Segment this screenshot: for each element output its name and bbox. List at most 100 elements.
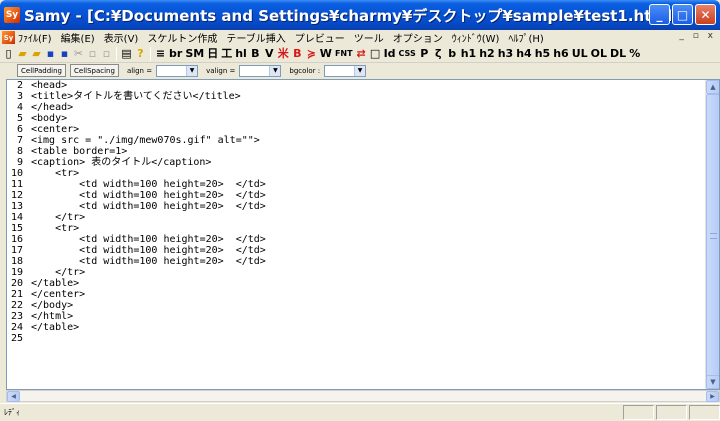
chevron-down-icon[interactable]: ▼ — [269, 65, 281, 76]
h1-tag-icon[interactable]: h1 — [460, 46, 478, 61]
menu-view[interactable]: 表示(V) — [104, 30, 139, 45]
table-tag-icon[interactable]: 日 — [206, 46, 219, 61]
small-tag-icon[interactable]: SM — [184, 46, 205, 61]
scroll-down-icon[interactable]: ▼ — [706, 375, 719, 389]
h5-tag-icon[interactable]: h5 — [534, 46, 552, 61]
menu-file[interactable]: ﾌｧｲﾙ(F) — [18, 30, 52, 45]
menu-tools[interactable]: ツール — [354, 30, 384, 45]
work-tag-icon[interactable]: 工 — [220, 46, 233, 61]
code-line[interactable]: 4 </head> — [7, 102, 705, 113]
b-tag-icon[interactable]: b — [446, 46, 459, 61]
line-text[interactable]: <td width=100 height=20> </td> — [31, 234, 266, 245]
css-tag-icon[interactable]: CSS — [398, 46, 417, 61]
line-text[interactable]: <title>タイトルを書いてください</title> — [31, 91, 241, 102]
bold-tag-icon[interactable]: B — [249, 46, 262, 61]
scroll-thumb[interactable] — [706, 94, 719, 377]
code-line[interactable]: 20 </table> — [7, 278, 705, 289]
scroll-left-icon[interactable]: ◀ — [7, 391, 20, 402]
box-icon[interactable]: □ — [369, 46, 382, 61]
line-text[interactable]: <td width=100 height=20> </td> — [31, 179, 266, 190]
cellpadding-button[interactable]: CellPadding — [17, 64, 66, 77]
cellspacing-button[interactable]: CellSpacing — [70, 64, 119, 77]
open-recent-icon[interactable]: ▰ — [30, 46, 43, 61]
code-line[interactable]: 8 <table border=1> — [7, 146, 705, 157]
code-line[interactable]: 15 <tr> — [7, 223, 705, 234]
menu-edit[interactable]: 編集(E) — [61, 30, 95, 45]
code-line[interactable]: 23 </html> — [7, 311, 705, 322]
line-text[interactable]: </center> — [31, 289, 85, 300]
code-line[interactable]: 21 </center> — [7, 289, 705, 300]
line-text[interactable]: <tr> — [31, 168, 79, 179]
code-line[interactable]: 14 </tr> — [7, 212, 705, 223]
ul-tag-icon[interactable]: UL — [571, 46, 589, 61]
line-text[interactable]: </tr> — [31, 267, 85, 278]
p-tag-icon[interactable]: P — [418, 46, 431, 61]
open-folder-icon[interactable]: ▰ — [16, 46, 29, 61]
menu-options[interactable]: オプション — [393, 30, 443, 45]
new-file-icon[interactable]: ▯ — [2, 46, 15, 61]
line-text[interactable]: <body> — [31, 113, 67, 124]
scroll-right-icon[interactable]: ▶ — [706, 391, 719, 402]
help-icon[interactable]: ? — [134, 46, 147, 61]
line-text[interactable]: <td width=100 height=20> </td> — [31, 256, 266, 267]
code-line[interactable]: 17 <td width=100 height=20> </td> — [7, 245, 705, 256]
h6-tag-icon[interactable]: h6 — [552, 46, 570, 61]
code-line[interactable]: 18 <td width=100 height=20> </td> — [7, 256, 705, 267]
title-bar[interactable]: Sy Samy - [C:¥Documents and Settings¥cha… — [0, 0, 720, 30]
italic-tag-icon[interactable]: ζ — [432, 46, 445, 61]
menu-skeleton[interactable]: スケルトン作成 — [147, 30, 217, 45]
line-text[interactable]: <img src = "./img/mew070s.gif" alt=""> — [31, 135, 260, 146]
line-text[interactable]: </tr> — [31, 212, 85, 223]
line-text[interactable]: <tr> — [31, 223, 79, 234]
v-tag-icon[interactable]: V — [263, 46, 276, 61]
line-text[interactable]: <td width=100 height=20> </td> — [31, 190, 266, 201]
close-button[interactable]: ✕ — [695, 4, 716, 25]
h3-tag-icon[interactable]: h3 — [497, 46, 515, 61]
menu-help[interactable]: ﾍﾙﾌﾟ(H) — [508, 30, 543, 45]
code-line[interactable]: 5 <body> — [7, 113, 705, 124]
font-tag-icon[interactable]: FNT — [334, 46, 354, 61]
ol-tag-icon[interactable]: OL — [590, 46, 608, 61]
marker-icon[interactable]: 米 — [277, 46, 290, 61]
chevron-down-icon[interactable]: ▼ — [354, 65, 366, 76]
line-text[interactable]: </table> — [31, 322, 79, 333]
menu-window[interactable]: ｳｨﾝﾄﾞｳ(W) — [452, 30, 500, 45]
valign-select[interactable]: ▼ — [239, 64, 282, 77]
cut-icon[interactable]: ✂ — [72, 46, 85, 61]
line-text[interactable]: </head> — [31, 102, 73, 113]
h2-tag-icon[interactable]: h2 — [478, 46, 496, 61]
horizontal-scrollbar[interactable]: ◀ ▶ — [6, 390, 720, 402]
id-tag-icon[interactable]: Id — [383, 46, 397, 61]
code-line[interactable]: 2 <head> — [7, 80, 705, 91]
code-line[interactable]: 6 <center> — [7, 124, 705, 135]
scroll-up-icon[interactable]: ▲ — [706, 80, 719, 94]
code-editor[interactable]: 2 <head> 3 <title>タイトルを書いてください</title> 4 </he… — [6, 79, 720, 390]
print-icon[interactable]: ▤ — [120, 46, 133, 61]
menu-insert-table[interactable]: テーブル挿入 — [226, 30, 285, 45]
code-line[interactable]: 13 <td width=100 height=20> </td> — [7, 201, 705, 212]
menu-preview[interactable]: プレビュー — [295, 30, 345, 45]
code-line[interactable]: 19 </tr> — [7, 267, 705, 278]
maximize-button[interactable]: □ — [672, 4, 693, 25]
swap-icon[interactable]: ⇄ — [355, 46, 368, 61]
bgcolor-select[interactable]: ▼ — [324, 64, 367, 77]
code-line[interactable]: 24 </table> — [7, 322, 705, 333]
code-line[interactable]: 16 <td width=100 height=20> </td> — [7, 234, 705, 245]
chevron-down-icon[interactable]: ▼ — [186, 65, 198, 76]
app-icon[interactable]: Sy — [4, 7, 20, 23]
code-line[interactable]: 9 <caption> 表のタイトル</caption> — [7, 157, 705, 168]
save-as-icon[interactable]: ▪ — [58, 46, 71, 61]
code-lines[interactable]: 2 <head> 3 <title>タイトルを書いてください</title> 4 </he… — [7, 80, 705, 389]
vertical-scrollbar[interactable]: ▲ ▼ — [705, 80, 719, 389]
copy-icon[interactable]: ▫ — [86, 46, 99, 61]
align-select[interactable]: ▼ — [156, 64, 199, 77]
code-line[interactable]: 25 — [7, 333, 705, 344]
hl-tag-icon[interactable]: hl — [234, 46, 248, 61]
dl-tag-icon[interactable]: DL — [609, 46, 627, 61]
save-icon[interactable]: ▪ — [44, 46, 57, 61]
minimize-button[interactable]: _ — [649, 4, 670, 25]
line-text[interactable]: <td width=100 height=20> </td> — [31, 201, 266, 212]
document-icon[interactable]: Sy — [2, 31, 15, 44]
arrow-red-icon[interactable]: ≽ — [305, 46, 318, 61]
align-icon[interactable]: ≡ — [154, 46, 167, 61]
